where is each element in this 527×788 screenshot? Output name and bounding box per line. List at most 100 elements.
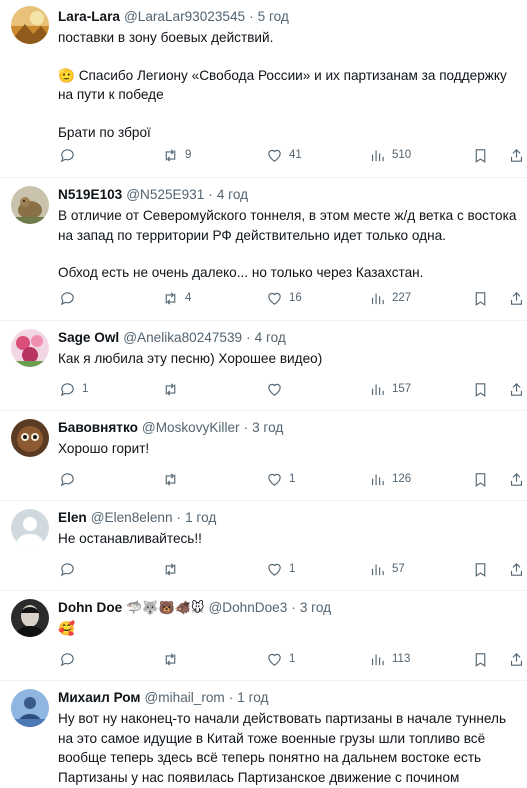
tweet-line: Ну вот ну наконец-то начали действовать … <box>58 711 507 726</box>
author-handle[interactable]: @Anelika80247539 <box>123 328 242 348</box>
reply-button[interactable]: 1 <box>59 379 88 399</box>
reply-button[interactable] <box>59 288 76 308</box>
share-icon <box>510 472 523 486</box>
like-button[interactable]: 1 <box>266 559 295 579</box>
share-button[interactable] <box>508 379 525 399</box>
views-button[interactable]: 510 <box>369 145 411 165</box>
share-icon <box>510 148 523 162</box>
author-handle[interactable]: @Elen8elenn <box>91 508 173 528</box>
retweet-button[interactable] <box>162 379 179 399</box>
author-name[interactable]: Sage Owl <box>58 328 119 348</box>
author-name[interactable]: N519E103 <box>58 185 122 205</box>
bookmark-icon <box>475 652 486 667</box>
separator-dot: · <box>249 9 254 24</box>
author-handle[interactable]: @LaraLar93023545 <box>124 7 245 27</box>
bookmark-button[interactable] <box>472 288 489 308</box>
avatar[interactable] <box>11 186 49 224</box>
author-name[interactable]: Dohn Doe <box>58 598 122 618</box>
views-button[interactable]: 57 <box>369 559 405 579</box>
like-button[interactable]: 41 <box>266 145 302 165</box>
avatar[interactable] <box>11 419 49 457</box>
tweet-item[interactable]: Sage Owl @Anelika80247539 · 4 год Как я … <box>0 321 527 411</box>
reply-button[interactable] <box>59 649 76 669</box>
retweet-button[interactable]: 9 <box>162 145 191 165</box>
like-button[interactable] <box>266 379 283 399</box>
retweet-button[interactable] <box>162 559 179 579</box>
timestamp[interactable]: 1 год <box>237 688 268 708</box>
views-button[interactable]: 227 <box>369 288 411 308</box>
views-button[interactable]: 157 <box>369 379 411 399</box>
share-button[interactable] <box>508 145 525 165</box>
tweet-item[interactable]: Dohn Doe 🦈🐺🐻🐗🐭 @DohnDoe3 · 3 год 🥰 1 113 <box>0 591 527 681</box>
tweet-line: Обход есть не очень далеко... но только … <box>58 265 424 280</box>
author-name[interactable]: Михаил Ром <box>58 688 140 708</box>
reply-icon <box>60 382 74 396</box>
author-name[interactable]: Lara-Lara <box>58 7 120 27</box>
retweet-button[interactable] <box>162 649 179 669</box>
tweet-item[interactable]: Михаил Ром @mihail_rom · 1 год Ну вот ну… <box>0 681 527 788</box>
share-button[interactable] <box>508 288 525 308</box>
author-name[interactable]: Бавовнятко <box>58 418 138 438</box>
avatar-image <box>11 329 49 367</box>
reply-button[interactable] <box>59 469 76 489</box>
avatar[interactable] <box>11 329 49 367</box>
tweet-item[interactable]: N519E103 @N525E931 · 4 год В отличие от … <box>0 178 527 321</box>
share-button[interactable] <box>508 559 525 579</box>
retweet-button[interactable] <box>162 469 179 489</box>
like-button[interactable]: 1 <box>266 649 295 669</box>
retweet-button[interactable]: 4 <box>162 288 191 308</box>
tweet-item[interactable]: Бавовнятко @MoskovyKiller · 3 год Хорошо… <box>0 411 527 501</box>
avatar[interactable] <box>11 599 49 637</box>
avatar-image <box>11 599 49 637</box>
bookmark-button[interactable] <box>472 145 489 165</box>
avatar[interactable] <box>11 509 49 547</box>
avatar-image <box>11 186 49 224</box>
action-bar: 1 113 <box>50 649 527 669</box>
like-count: 16 <box>289 292 302 304</box>
author-name[interactable]: Elen <box>58 508 87 528</box>
timestamp[interactable]: 5 год <box>258 7 289 27</box>
timestamp[interactable]: 1 год <box>185 508 216 528</box>
avatar-image <box>11 419 49 457</box>
action-bar: 4 16 227 <box>50 288 527 308</box>
tweet-item[interactable]: Elen @Elen8elenn · 1 год Не останавливай… <box>0 501 527 591</box>
retweet-count: 9 <box>185 149 192 161</box>
tweet-line: поставки в зону боевых действий. <box>58 30 274 45</box>
timestamp[interactable]: 4 год <box>255 328 286 348</box>
author-handle[interactable]: @mihail_rom <box>144 688 224 708</box>
like-count: 1 <box>289 563 296 575</box>
retweet-icon <box>165 148 176 162</box>
bookmark-button[interactable] <box>472 469 489 489</box>
timestamp[interactable]: 3 год <box>252 418 283 438</box>
bookmark-button[interactable] <box>472 559 489 579</box>
bookmark-button[interactable] <box>472 379 489 399</box>
avatar[interactable] <box>11 689 49 727</box>
tweet-text: Ну вот ну наконец-то начали действовать … <box>58 709 517 787</box>
separator-dot: · <box>176 510 182 525</box>
reply-icon <box>60 562 74 576</box>
share-button[interactable] <box>508 649 525 669</box>
reply-button[interactable] <box>59 559 76 579</box>
like-button[interactable]: 16 <box>266 288 302 308</box>
heart-icon <box>268 149 281 162</box>
author-handle[interactable]: @DohnDoe3 <box>209 598 288 618</box>
timestamp[interactable]: 3 год <box>300 598 331 618</box>
timestamp[interactable]: 4 год <box>217 185 248 205</box>
avatar[interactable] <box>11 6 49 44</box>
reply-icon <box>60 291 74 305</box>
share-icon <box>510 382 523 396</box>
views-button[interactable]: 113 <box>369 649 410 669</box>
share-button[interactable] <box>508 469 525 489</box>
views-button[interactable]: 126 <box>369 469 411 489</box>
bookmark-button[interactable] <box>472 649 489 669</box>
like-button[interactable]: 1 <box>266 469 295 489</box>
author-handle[interactable]: @MoskovyKiller <box>142 418 240 438</box>
author-handle[interactable]: @N525E931 <box>126 185 204 205</box>
tweet-item[interactable]: Lara-Lara @LaraLar93023545 · 5 год поста… <box>0 0 527 178</box>
reply-count: 1 <box>82 383 89 395</box>
tweet-line: 🥰 <box>58 621 75 636</box>
reply-button[interactable] <box>59 145 76 165</box>
heart-icon <box>268 383 281 396</box>
tweet-line: Брати по зброї <box>58 124 151 140</box>
retweet-icon <box>165 562 176 576</box>
